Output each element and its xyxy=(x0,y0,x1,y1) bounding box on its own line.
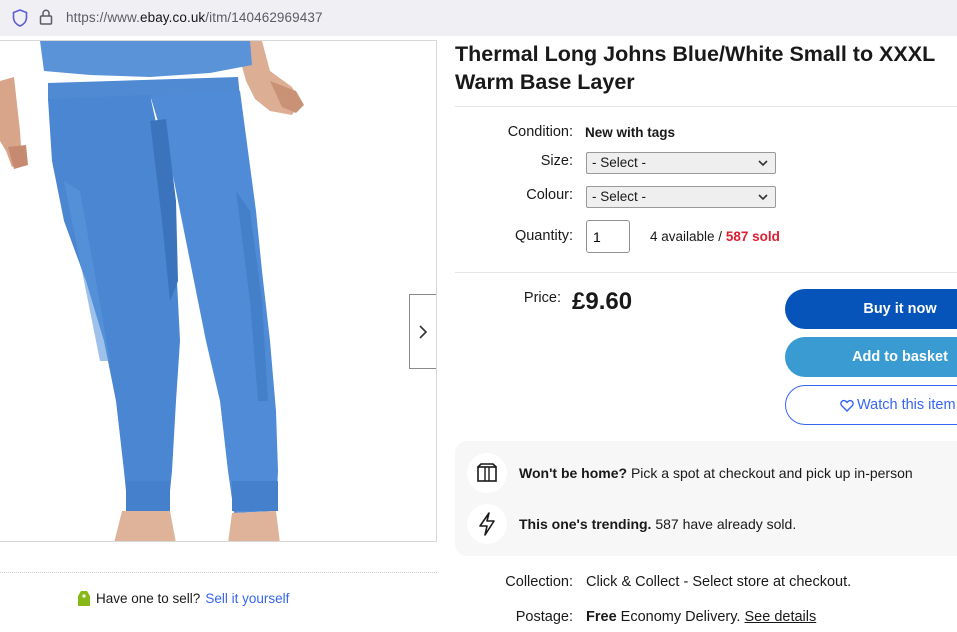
colour-selected-value: - Select - xyxy=(592,189,647,204)
url-prefix: https://www. xyxy=(66,10,140,25)
sell-prompt: Have one to sell? Sell it yourself xyxy=(77,589,289,607)
sell-it-yourself-link[interactable]: Sell it yourself xyxy=(205,591,289,606)
condition-label: Condition: xyxy=(507,124,573,140)
divider xyxy=(455,106,957,107)
trending-promo: This one's trending. 587 have already so… xyxy=(467,504,796,544)
trending-bold: This one's trending. xyxy=(519,516,652,532)
availability-separator: / xyxy=(714,229,726,244)
available-count: 4 available xyxy=(650,229,715,244)
see-details-link[interactable]: See details xyxy=(745,609,817,625)
buy-it-now-button[interactable]: Buy it now xyxy=(785,289,957,329)
shield-icon[interactable] xyxy=(11,8,29,28)
box-icon-container xyxy=(467,453,507,493)
url-path: /itm/140462969437 xyxy=(205,10,323,25)
url-text[interactable]: https://www.ebay.co.uk/itm/140462969437 xyxy=(66,10,323,25)
colour-label: Colour: xyxy=(526,187,573,203)
sold-count: 587 sold xyxy=(725,229,780,244)
lightning-icon xyxy=(479,512,495,536)
chevron-right-icon xyxy=(419,324,428,339)
price-label: Price: xyxy=(523,290,561,306)
listing-title: Thermal Long Johns Blue/White Small to X… xyxy=(455,40,957,96)
next-image-button[interactable] xyxy=(409,294,436,369)
pickup-bold: Won't be home? xyxy=(519,465,628,481)
add-to-basket-button[interactable]: Add to basket xyxy=(785,337,957,377)
listing-title-line1: Thermal Long Johns Blue/White Small to X… xyxy=(455,42,936,66)
collection-value: Click & Collect - Select store at checko… xyxy=(586,574,852,590)
add-to-basket-label: Add to basket xyxy=(852,349,948,365)
condition-value: New with tags xyxy=(585,125,676,140)
browser-url-bar[interactable]: https://www.ebay.co.uk/itm/140462969437 xyxy=(0,0,957,36)
promo-panel: Won't be home? Pick a spot at checkout a… xyxy=(455,441,957,556)
divider xyxy=(455,272,957,273)
product-image xyxy=(0,41,304,541)
postage-value: Free Economy Delivery. See details xyxy=(586,609,816,625)
quantity-input[interactable] xyxy=(586,220,630,253)
price-value: £9.60 xyxy=(572,288,633,315)
url-host: ebay.co.uk xyxy=(139,10,206,25)
colour-select[interactable]: - Select - xyxy=(586,186,776,208)
postage-service: Economy Delivery. xyxy=(616,609,741,625)
lightning-icon-container xyxy=(467,504,507,544)
size-select[interactable]: - Select - xyxy=(586,152,776,174)
tag-icon xyxy=(78,591,90,606)
collection-label: Collection: xyxy=(505,574,573,590)
listing-title-line2: Warm Base Layer xyxy=(455,70,635,94)
pickup-text: Pick a spot at checkout and pick up in-p… xyxy=(627,465,913,481)
heart-icon xyxy=(840,399,854,412)
size-selected-value: - Select - xyxy=(592,155,647,170)
availability-text: 4 available / 587 sold xyxy=(650,229,780,244)
lock-icon[interactable] xyxy=(38,8,54,26)
postage-free: Free xyxy=(586,609,617,625)
buy-it-now-label: Buy it now xyxy=(863,301,937,317)
size-label: Size: xyxy=(540,153,573,169)
section-divider xyxy=(0,572,437,573)
chevron-down-icon xyxy=(758,194,768,201)
box-icon xyxy=(477,463,497,482)
pickup-promo: Won't be home? Pick a spot at checkout a… xyxy=(467,453,913,493)
chevron-down-icon xyxy=(758,160,768,167)
quantity-label: Quantity: xyxy=(514,228,573,244)
trending-text: 587 have already sold. xyxy=(651,516,797,532)
sell-question: Have one to sell? xyxy=(96,590,201,606)
product-image-gallery[interactable] xyxy=(0,40,437,542)
watch-item-button[interactable]: Watch this item xyxy=(785,385,957,425)
watch-item-label: Watch this item xyxy=(857,397,956,413)
postage-label: Postage: xyxy=(515,609,573,625)
